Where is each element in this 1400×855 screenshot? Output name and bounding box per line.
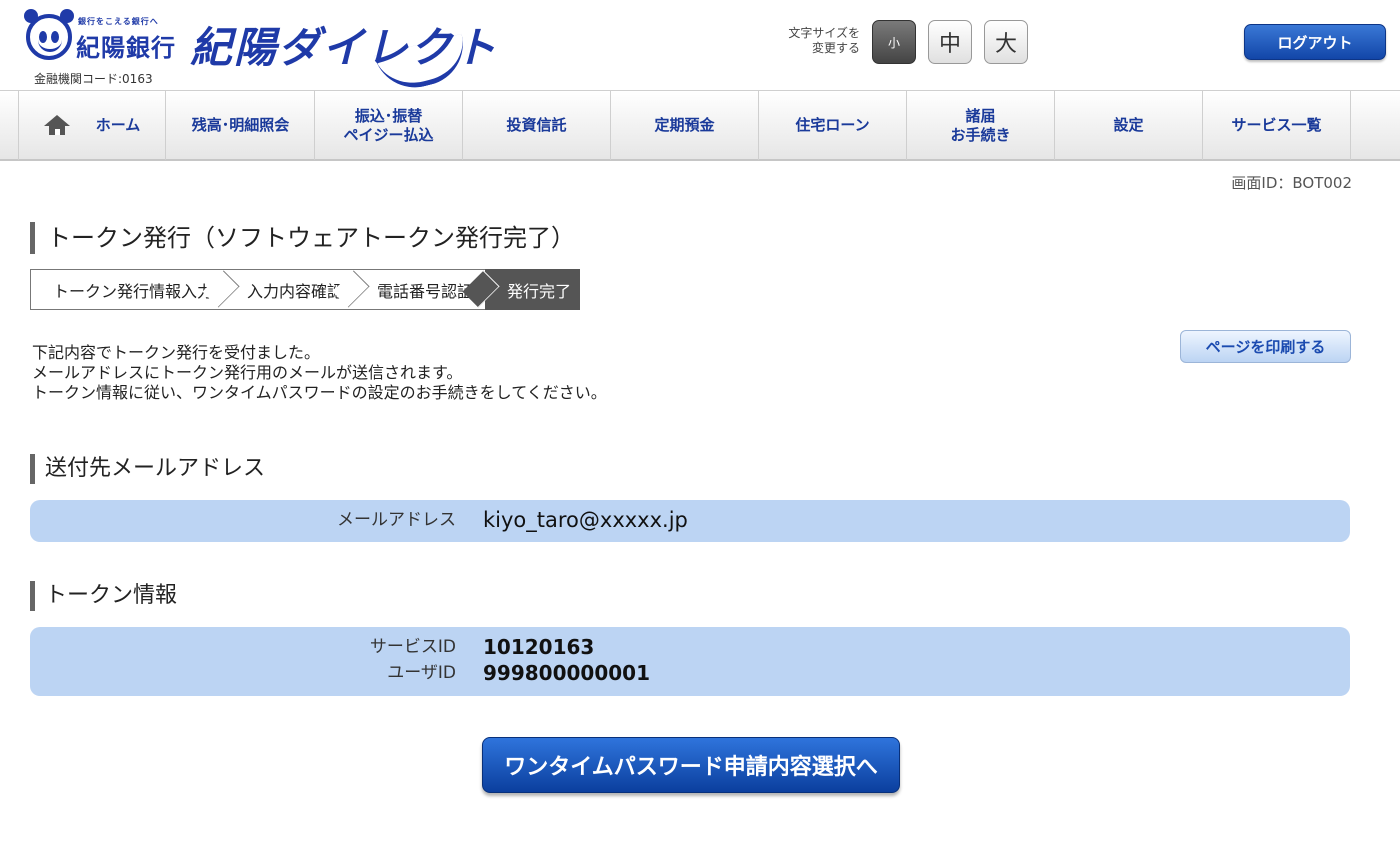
font-size-label-line2: 変更する	[811, 41, 860, 55]
nav-home-label: ホーム	[95, 116, 141, 134]
message-line2: メールアドレスにトークン発行用のメールが送信されます。	[32, 363, 463, 382]
step-complete-label: 発行完了	[507, 281, 572, 301]
font-size-small-button[interactable]: 小	[872, 20, 916, 64]
step-confirm: 入力内容確認	[225, 269, 370, 310]
mail-label: メールアドレス	[337, 510, 456, 530]
user-id-row: ユーザID 999800000001	[30, 661, 1350, 685]
nav-investment[interactable]: 投資信託	[463, 91, 611, 160]
bank-code: 金融機関コード:0163	[34, 72, 153, 86]
bank-logo-icon[interactable]	[24, 9, 74, 60]
nav-services[interactable]: サービス一覧	[1203, 91, 1351, 160]
nav-procedures-line2: お手続き	[950, 125, 1011, 144]
bank-name[interactable]: 紀陽銀行	[76, 28, 176, 63]
font-size-label: 文字サイズを 変更する	[760, 26, 860, 56]
step-phone-auth: 電話番号認証	[355, 269, 500, 310]
bank-tagline: 銀行をこえる銀行へ	[78, 17, 159, 26]
service-id-row: サービスID 10120163	[30, 635, 1350, 659]
nav-procedures[interactable]: 諸届 お手続き	[907, 91, 1055, 160]
user-id-label: ユーザID	[387, 663, 456, 683]
service-id-label: サービスID	[369, 637, 456, 657]
nav-housing-loan[interactable]: 住宅ローン	[759, 91, 907, 160]
step-phone-auth-label: 電話番号認証	[377, 281, 474, 301]
global-nav: ホーム 残高･明細照会 振込･振替 ペイジー払込 投資信託 定期預金 住宅ローン…	[0, 90, 1400, 161]
font-size-label-line1: 文字サイズを	[788, 26, 860, 40]
mail-section-title: 送付先メールアドレス	[30, 454, 265, 484]
nav-deposit[interactable]: 定期預金	[611, 91, 759, 160]
progress-steps: トークン発行情報入力 入力内容確認 電話番号認証 発行完了	[30, 269, 581, 310]
mail-value: kiyo_taro@xxxxx.jp	[483, 508, 688, 532]
token-section-title: トークン情報	[30, 581, 177, 611]
nav-procedures-line1: 諸届	[965, 106, 996, 125]
logout-button[interactable]: ログアウト	[1244, 24, 1386, 60]
home-icon	[43, 114, 70, 137]
completion-message: 下記内容でトークン発行を受付ました。 メールアドレスにトークン発行用のメールが送…	[32, 343, 607, 403]
message-line1: 下記内容でトークン発行を受付ました。	[32, 343, 321, 362]
nav-settings[interactable]: 設定	[1055, 91, 1203, 160]
step-input-label: トークン発行情報入力	[53, 281, 214, 301]
message-line3: トークン情報に従い、ワンタイムパスワードの設定のお手続きをしてください。	[32, 383, 607, 402]
nav-home[interactable]: ホーム	[18, 91, 166, 160]
user-id-value: 999800000001	[483, 661, 650, 685]
screen-id: 画面ID：BOT002	[1231, 174, 1352, 192]
mail-row: メールアドレス kiyo_taro@xxxxx.jp	[30, 508, 1350, 532]
token-info-box: サービスID 10120163 ユーザID 999800000001	[30, 627, 1350, 696]
mail-info-box: メールアドレス kiyo_taro@xxxxx.jp	[30, 500, 1350, 542]
service-id-value: 10120163	[483, 635, 595, 659]
nav-transfer[interactable]: 振込･振替 ペイジー払込	[315, 91, 463, 160]
nav-transfer-line1: 振込･振替	[354, 106, 423, 125]
header: 銀行をこえる銀行へ 紀陽銀行 金融機関コード:0163 紀陽ダイレクト 文字サイ…	[0, 0, 1400, 97]
step-confirm-label: 入力内容確認	[247, 281, 344, 301]
step-input: トークン発行情報入力	[30, 269, 240, 310]
nav-transfer-line2: ペイジー払込	[343, 125, 434, 144]
font-size-large-button[interactable]: 大	[984, 20, 1028, 64]
otp-application-button[interactable]: ワンタイムパスワード申請内容選択へ	[482, 737, 900, 793]
print-page-button[interactable]: ページを印刷する	[1180, 330, 1351, 363]
page-title: トークン発行（ソフトウェアトークン発行完了）	[30, 222, 575, 254]
step-complete: 発行完了	[485, 269, 581, 310]
nav-balance[interactable]: 残高･明細照会	[167, 91, 315, 160]
font-size-medium-button[interactable]: 中	[928, 20, 972, 64]
